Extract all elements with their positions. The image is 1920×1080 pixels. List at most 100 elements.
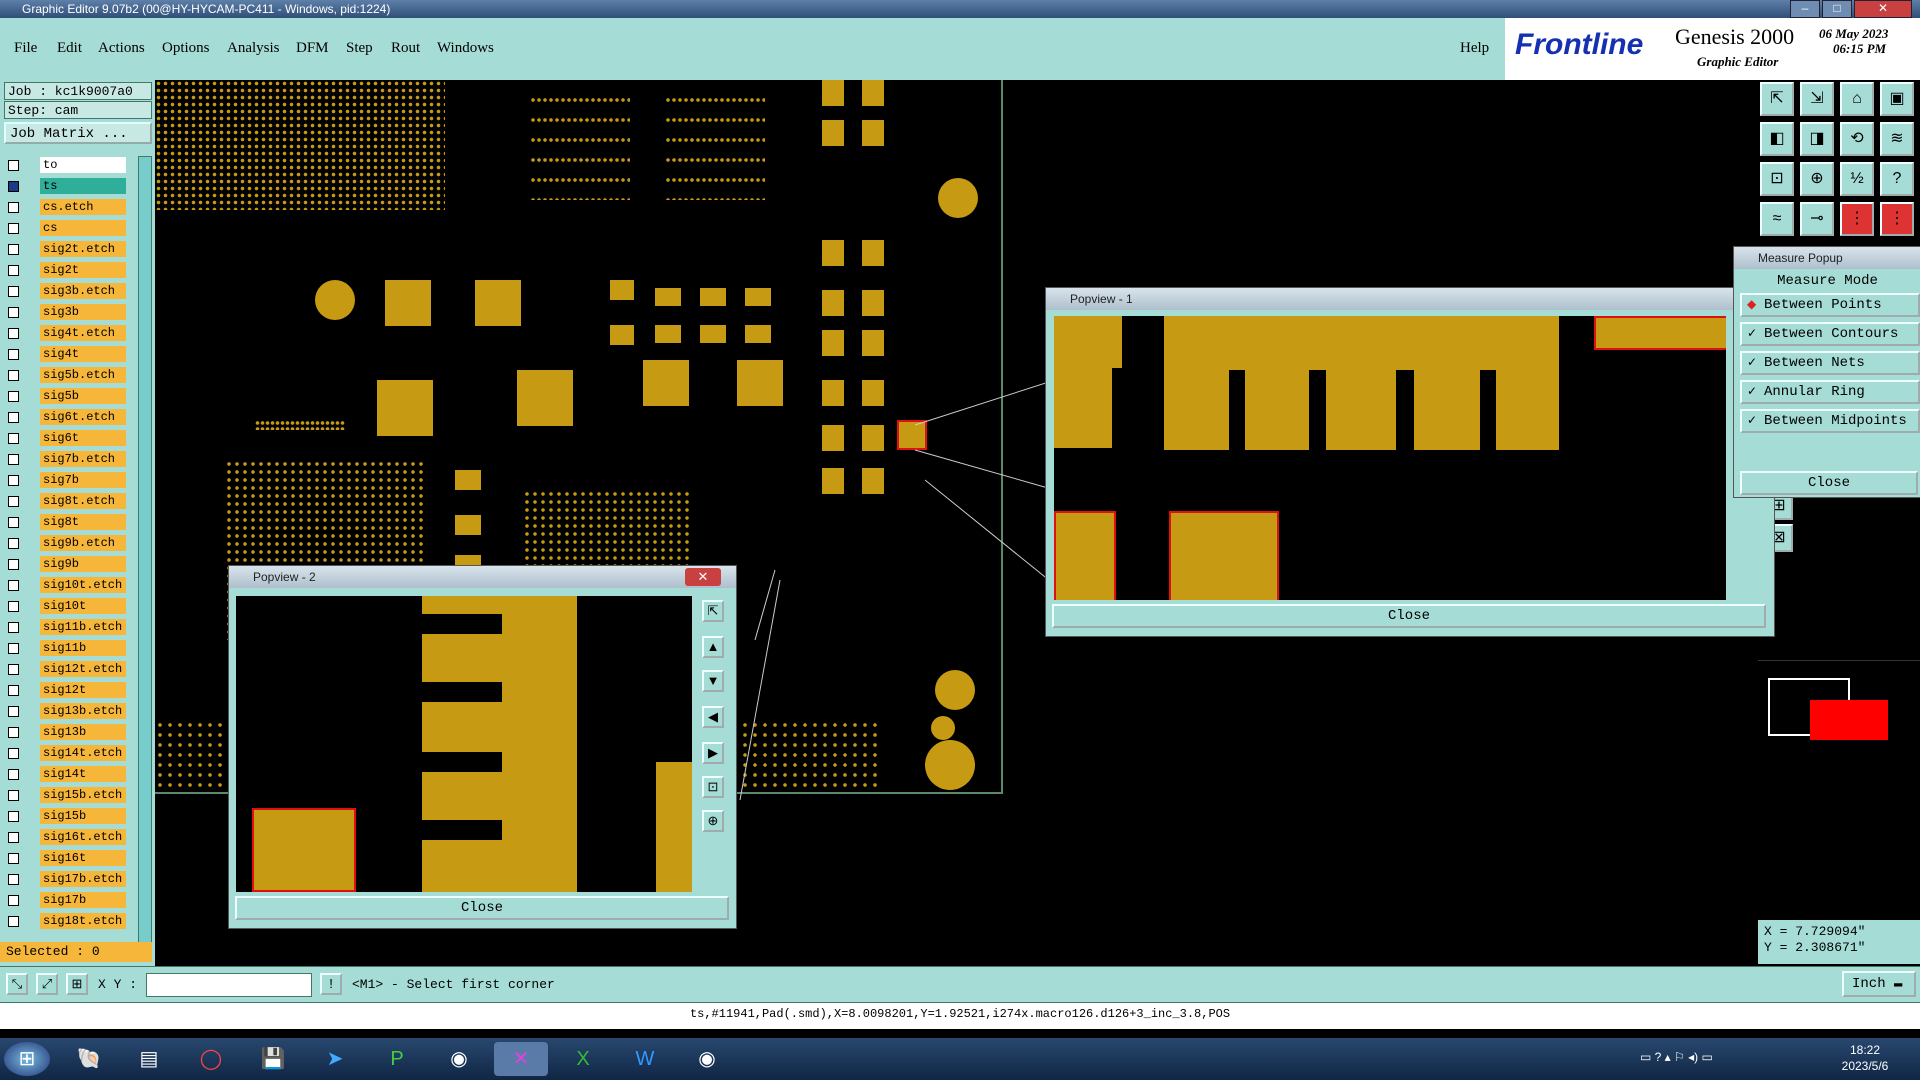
layer-label[interactable]: ts [40,178,126,194]
layer-row[interactable]: sig14t [4,765,144,783]
layer-label[interactable]: sig10t [40,598,126,614]
layer-row[interactable]: sig8t [4,513,144,531]
notepad-icon[interactable]: ▤ [122,1042,176,1076]
pan-left-icon[interactable]: ◀ [702,706,724,728]
pan-right-icon[interactable]: ▶ [702,742,724,764]
layer-checkbox[interactable] [8,748,19,759]
menu-file[interactable]: File [14,40,37,57]
grid-tool-icon[interactable]: ⊞ [66,973,88,995]
layer-label[interactable]: sig5b.etch [40,367,126,383]
layer-label[interactable]: sig2t.etch [40,241,126,257]
menu-analysis[interactable]: Analysis [227,40,280,57]
layer-checkbox[interactable] [8,517,19,528]
layer-label[interactable]: sig12t.etch [40,661,126,677]
scale-icon[interactable]: ½ [1840,162,1874,196]
net-icon[interactable]: ⋮ [1840,202,1874,236]
layer-checkbox[interactable] [8,895,19,906]
layer-row[interactable]: sig8t.etch [4,492,144,510]
zoom-up-icon[interactable]: ▲ [702,636,724,658]
layer-checkbox[interactable] [8,286,19,297]
eye-app-icon[interactable]: ◉ [432,1042,486,1076]
layer-checkbox[interactable] [8,307,19,318]
menu-rout[interactable]: Rout [391,40,420,57]
layer-row[interactable]: sig12t [4,681,144,699]
layer-row[interactable]: sig18t.etch [4,912,144,930]
layer-row[interactable]: sig9b [4,555,144,573]
layer-label[interactable]: sig5b [40,388,126,404]
layer-row[interactable]: sig5b.etch [4,366,144,384]
layer-row[interactable]: to [4,156,144,174]
measure-close-button[interactable]: Close [1740,471,1918,495]
layer-label[interactable]: sig3b.etch [40,283,126,299]
layer-label[interactable]: sig3b [40,304,126,320]
layer-label[interactable]: sig16t [40,850,126,866]
layer-row[interactable]: sig15b.etch [4,786,144,804]
layer-checkbox[interactable] [8,160,19,171]
layer-checkbox[interactable] [8,349,19,360]
layer-label[interactable]: sig6t [40,430,126,446]
layer-row[interactable]: sig11b [4,639,144,657]
browser-icon[interactable]: ◯ [184,1042,238,1076]
layer-label[interactable]: sig4t.etch [40,325,126,341]
p-app-icon[interactable]: P [370,1042,424,1076]
layer-row[interactable]: sig3b [4,303,144,321]
layer-label[interactable]: sig8t.etch [40,493,126,509]
measure-icon[interactable]: ⊸ [1800,202,1834,236]
maximize-button[interactable]: □ [1822,0,1852,18]
popview-1-close-button[interactable]: Close [1052,604,1766,628]
snap-tool-icon[interactable]: ⤢ [36,973,58,995]
start-button[interactable]: ⊞ [4,1042,50,1076]
layer-checkbox[interactable] [8,391,19,402]
menu-actions[interactable]: Actions [98,40,145,57]
layer-label[interactable]: sig15b [40,808,126,824]
window-split-icon[interactable]: ▣ [1880,82,1914,116]
redraw-icon[interactable]: ≋ [1880,122,1914,156]
layer-checkbox[interactable] [8,601,19,612]
layer-row[interactable]: sig14t.etch [4,744,144,762]
layer-checkbox[interactable] [8,412,19,423]
layer-checkbox[interactable] [8,832,19,843]
zoom-back-icon[interactable]: ⟲ [1840,122,1874,156]
layer-row[interactable]: ts [4,177,144,195]
layer-label[interactable]: sig17b [40,892,126,908]
layer-checkbox[interactable] [8,874,19,885]
layer-row[interactable]: sig11b.etch [4,618,144,636]
layer-label[interactable]: to [40,157,126,173]
layer-row[interactable]: sig13b [4,723,144,741]
arrow-app-icon[interactable]: ➤ [308,1042,362,1076]
layer-checkbox[interactable] [8,853,19,864]
layer-row[interactable]: sig10t.etch [4,576,144,594]
snap-icon[interactable]: ≈ [1760,202,1794,236]
measure-between-points[interactable]: ◆ Between Points [1740,293,1920,317]
layer-checkbox[interactable] [8,223,19,234]
help-icon[interactable]: ? [1880,162,1914,196]
layer-checkbox[interactable] [8,559,19,570]
genesis-app-icon[interactable]: ✕ [494,1042,548,1076]
layer-label[interactable]: cs [40,220,126,236]
popview-2-close-button[interactable]: Close [235,896,729,920]
close-window-button[interactable]: ✕ [1854,0,1912,18]
zoom-down-icon[interactable]: ⇲ [1800,82,1834,116]
excel-icon[interactable]: X [556,1042,610,1076]
zoom-home-icon[interactable]: ⇱ [1760,82,1794,116]
layer-checkbox[interactable] [8,370,19,381]
layer-checkbox[interactable] [8,433,19,444]
layer-checkbox[interactable] [8,790,19,801]
layer-checkbox[interactable] [8,244,19,255]
layer-row[interactable]: sig10t [4,597,144,615]
tray-clock[interactable]: 18:22 2023/5/6 [1820,1042,1910,1074]
layer-label[interactable]: sig11b [40,640,126,656]
measure-annular-ring[interactable]: ✓ Annular Ring [1740,380,1920,404]
layer-row[interactable]: sig7b.etch [4,450,144,468]
layer-label[interactable]: sig17b.etch [40,871,126,887]
layer-label[interactable]: sig4t [40,346,126,362]
layer-checkbox[interactable] [8,811,19,822]
viewer-app-icon[interactable]: ◉ [680,1042,734,1076]
measure-between-midpoints[interactable]: ✓ Between Midpoints [1740,409,1920,433]
popview-2-canvas[interactable] [236,596,692,892]
layer-row[interactable]: sig5b [4,387,144,405]
layer-label[interactable]: sig18t.etch [40,913,126,929]
layer-label[interactable]: sig8t [40,514,126,530]
layer-row[interactable]: sig4t.etch [4,324,144,342]
layer-checkbox[interactable] [8,706,19,717]
